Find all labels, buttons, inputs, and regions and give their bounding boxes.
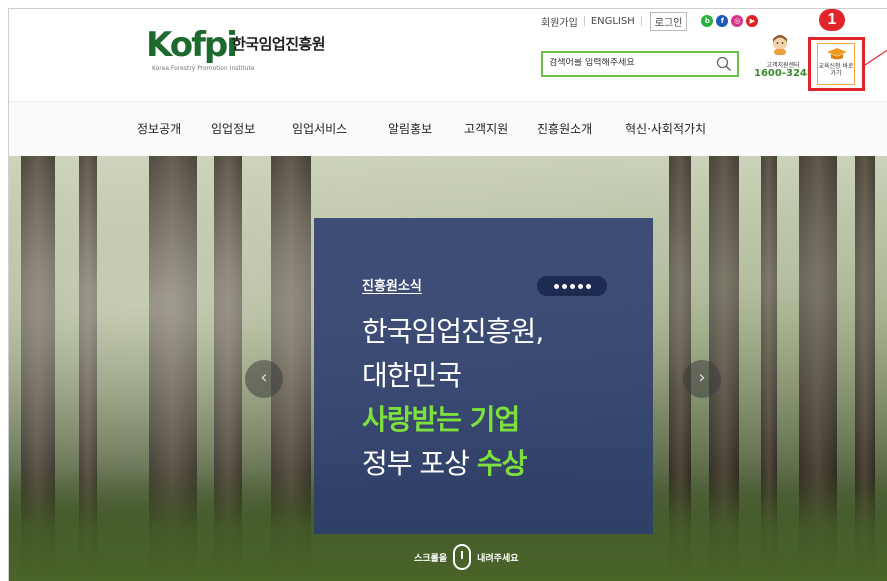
step-number-badge: 1 xyxy=(819,9,845,31)
mouse-scroll-icon xyxy=(453,544,472,570)
logo-mark: Kofpi xyxy=(146,25,238,65)
edu-shortcut-highlight: 교육신청 바로가기 xyxy=(808,37,865,91)
logo-english-name: Korea Forestry Promotion Institute xyxy=(152,65,255,72)
facebook-icon[interactable]: f xyxy=(716,15,729,27)
search-input[interactable] xyxy=(549,58,709,68)
divider xyxy=(640,16,642,26)
login-button[interactable]: 로그인 xyxy=(649,11,688,31)
news-panel: 진흥원소식 한국임업진흥원, 대한민국 사랑받는 기업 정부 포상 수상 xyxy=(314,218,653,534)
site-header: Kofpi 한국임업진흥원 Korea Forestry Promotion I… xyxy=(9,9,887,101)
headline-line-4-highlight: 수상 xyxy=(476,447,528,480)
pagination-dot[interactable] xyxy=(561,283,567,289)
edu-shortcut-label: 교육신청 바로가기 xyxy=(818,63,854,77)
pagination-dot[interactable] xyxy=(553,283,559,289)
scroll-hint-right: 내려주세요 xyxy=(477,553,519,564)
headline-line-4-prefix: 정부 포상 xyxy=(362,447,477,480)
prev-slide-button[interactable]: ‹ xyxy=(245,360,283,398)
pagination-dot[interactable] xyxy=(569,283,575,289)
customer-center-phone: 1600-3248 xyxy=(754,68,814,79)
customer-agent-icon xyxy=(773,35,787,55)
scroll-hint: 스크롤을 내려주세요 xyxy=(414,544,519,570)
headline-line-2: 대한민국 xyxy=(362,359,462,392)
hero-banner: ‹ › 진흥원소식 한국임업진흥원, 대한민국 사랑받는 기업 정부 포상 수상… xyxy=(9,156,887,581)
nav-item-info-disclosure[interactable]: 정보공개 xyxy=(137,120,181,137)
nav-item-customer-support[interactable]: 고객지원 xyxy=(464,120,508,137)
nav-item-forestry-info[interactable]: 임업정보 xyxy=(211,120,255,137)
headline-line-3: 사랑받는 기업 xyxy=(362,403,520,436)
blog-icon[interactable]: b xyxy=(701,15,714,27)
search-icon[interactable] xyxy=(715,55,733,73)
english-link[interactable]: ENGLISH xyxy=(591,16,635,27)
graduation-cap-icon xyxy=(827,48,847,60)
signup-link[interactable]: 회원가입 xyxy=(541,14,578,29)
nav-item-news-pr[interactable]: 알림홍보 xyxy=(388,120,432,137)
pagination-dot[interactable] xyxy=(577,283,583,289)
annotation-pointer-line xyxy=(865,49,887,66)
nav-item-about[interactable]: 진흥원소개 xyxy=(537,120,592,137)
headline-line-4: 정부 포상 수상 xyxy=(362,442,528,482)
slide-pagination[interactable] xyxy=(537,276,607,296)
nav-item-forestry-service[interactable]: 임업서비스 xyxy=(292,120,347,137)
main-navigation: 정보공개 임업정보 임업서비스 알림홍보 고객지원 진흥원소개 혁신·사회적가치 xyxy=(9,101,887,157)
youtube-icon[interactable]: ▶ xyxy=(746,15,759,27)
scroll-hint-left: 스크롤을 xyxy=(414,553,448,564)
logo-korean-name: 한국임업진흥원 xyxy=(232,35,326,53)
browser-viewport: Kofpi 한국임업진흥원 Korea Forestry Promotion I… xyxy=(8,8,887,581)
news-category-link[interactable]: 진흥원소식 xyxy=(362,275,422,294)
search-box xyxy=(541,51,739,77)
customer-center[interactable]: 고객지원센터 1600-3248 xyxy=(754,33,814,81)
nav-item-social-value[interactable]: 혁신·사회적가치 xyxy=(625,120,706,137)
pagination-dot[interactable] xyxy=(585,283,591,289)
next-slide-button[interactable]: › xyxy=(683,360,721,398)
instagram-icon[interactable]: ◎ xyxy=(731,15,744,27)
edu-shortcut-button[interactable]: 교육신청 바로가기 xyxy=(817,43,855,85)
sns-links: b f ◎ ▶ xyxy=(701,15,759,27)
utility-links: 회원가입 ENGLISH 로그인 b f ◎ ▶ xyxy=(541,11,759,31)
headline-line-1: 한국임업진흥원, xyxy=(362,315,544,348)
divider xyxy=(583,16,585,26)
